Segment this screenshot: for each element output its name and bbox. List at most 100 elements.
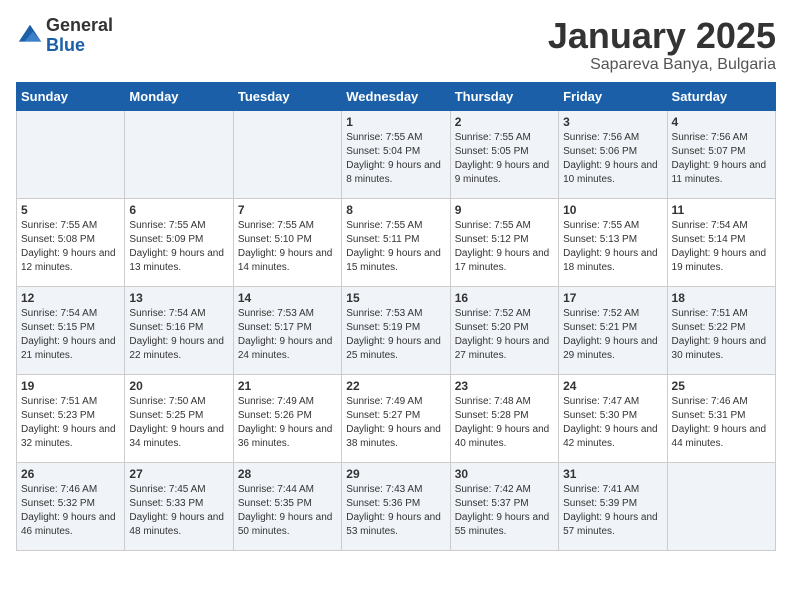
page-header: General Blue January 2025 Sapareva Banya… (16, 16, 776, 74)
calendar-cell: 21 Sunrise: 7:49 AM Sunset: 5:26 PM Dayli… (233, 374, 341, 462)
calendar-cell: 22 Sunrise: 7:49 AM Sunset: 5:27 PM Dayli… (342, 374, 450, 462)
cell-info: Sunrise: 7:46 AM Sunset: 5:31 PM Dayligh… (672, 395, 771, 451)
day-number: 9 (455, 203, 554, 217)
calendar-cell: 15 Sunrise: 7:53 AM Sunset: 5:19 PM Dayli… (342, 286, 450, 374)
day-number: 13 (129, 291, 228, 305)
day-number: 15 (346, 291, 445, 305)
calendar-cell: 20Sunrise: 7:50 AM Sunset: 5:25 PM Dayli… (125, 374, 233, 462)
day-number: 26 (21, 467, 120, 481)
cell-info: Sunrise: 7:55 AM Sunset: 5:09 PM Dayligh… (129, 219, 228, 275)
cell-info: Sunrise: 7:54 AM Sunset: 5:16 PM Dayligh… (129, 307, 228, 363)
cell-info: Sunrise: 7:56 AM Sunset: 5:07 PM Dayligh… (672, 131, 771, 187)
calendar-cell: 6Sunrise: 7:55 AM Sunset: 5:09 PM Daylig… (125, 198, 233, 286)
logo-text: General Blue (46, 16, 113, 56)
calendar-week-row: 26 Sunrise: 7:46 AM Sunset: 5:32 PM Dayli… (17, 462, 776, 550)
calendar-cell: 3 Sunrise: 7:56 AM Sunset: 5:06 PM Daylig… (559, 110, 667, 198)
day-number: 25 (672, 379, 771, 393)
day-number: 14 (238, 291, 337, 305)
cell-info: Sunrise: 7:46 AM Sunset: 5:32 PM Dayligh… (21, 483, 120, 539)
cell-info: Sunrise: 7:54 AM Sunset: 5:14 PM Dayligh… (672, 219, 771, 275)
calendar-table: SundayMondayTuesdayWednesdayThursdayFrid… (16, 82, 776, 551)
logo-icon (16, 22, 44, 50)
day-number: 22 (346, 379, 445, 393)
day-number: 11 (672, 203, 771, 217)
calendar-cell: 23 Sunrise: 7:48 AM Sunset: 5:28 PM Dayli… (450, 374, 558, 462)
calendar-cell: 25 Sunrise: 7:46 AM Sunset: 5:31 PM Dayli… (667, 374, 775, 462)
calendar-cell: 12 Sunrise: 7:54 AM Sunset: 5:15 PM Dayli… (17, 286, 125, 374)
calendar-cell: 9 Sunrise: 7:55 AM Sunset: 5:12 PM Daylig… (450, 198, 558, 286)
logo-blue: Blue (46, 36, 113, 56)
calendar-cell: 5 Sunrise: 7:55 AM Sunset: 5:08 PM Daylig… (17, 198, 125, 286)
day-header-wednesday: Wednesday (342, 82, 450, 110)
day-number: 4 (672, 115, 771, 129)
cell-info: Sunrise: 7:49 AM Sunset: 5:26 PM Dayligh… (238, 395, 337, 451)
day-number: 3 (563, 115, 662, 129)
calendar-cell: 30Sunrise: 7:42 AM Sunset: 5:37 PM Dayli… (450, 462, 558, 550)
day-header-saturday: Saturday (667, 82, 775, 110)
day-number: 24 (563, 379, 662, 393)
cell-info: Sunrise: 7:53 AM Sunset: 5:17 PM Dayligh… (238, 307, 337, 363)
calendar-cell: 31 Sunrise: 7:41 AM Sunset: 5:39 PM Dayli… (559, 462, 667, 550)
cell-info: Sunrise: 7:41 AM Sunset: 5:39 PM Dayligh… (563, 483, 662, 539)
calendar-week-row: 19 Sunrise: 7:51 AM Sunset: 5:23 PM Dayli… (17, 374, 776, 462)
logo-general: General (46, 16, 113, 36)
day-number: 16 (455, 291, 554, 305)
cell-info: Sunrise: 7:44 AM Sunset: 5:35 PM Dayligh… (238, 483, 337, 539)
day-number: 23 (455, 379, 554, 393)
cell-info: Sunrise: 7:53 AM Sunset: 5:19 PM Dayligh… (346, 307, 445, 363)
day-number: 19 (21, 379, 120, 393)
day-number: 8 (346, 203, 445, 217)
calendar-cell: 16 Sunrise: 7:52 AM Sunset: 5:20 PM Dayli… (450, 286, 558, 374)
calendar-cell: 26 Sunrise: 7:46 AM Sunset: 5:32 PM Dayli… (17, 462, 125, 550)
calendar-cell (667, 462, 775, 550)
calendar-cell: 14 Sunrise: 7:53 AM Sunset: 5:17 PM Dayli… (233, 286, 341, 374)
cell-info: Sunrise: 7:45 AM Sunset: 5:33 PM Dayligh… (129, 483, 228, 539)
cell-info: Sunrise: 7:52 AM Sunset: 5:21 PM Dayligh… (563, 307, 662, 363)
day-number: 10 (563, 203, 662, 217)
calendar-cell: 4 Sunrise: 7:56 AM Sunset: 5:07 PM Daylig… (667, 110, 775, 198)
calendar-cell: 7 Sunrise: 7:55 AM Sunset: 5:10 PM Daylig… (233, 198, 341, 286)
calendar-cell: 13 Sunrise: 7:54 AM Sunset: 5:16 PM Dayli… (125, 286, 233, 374)
calendar-header-row: SundayMondayTuesdayWednesdayThursdayFrid… (17, 82, 776, 110)
day-number: 2 (455, 115, 554, 129)
cell-info: Sunrise: 7:51 AM Sunset: 5:23 PM Dayligh… (21, 395, 120, 451)
calendar-cell (125, 110, 233, 198)
day-header-monday: Monday (125, 82, 233, 110)
cell-info: Sunrise: 7:55 AM Sunset: 5:08 PM Dayligh… (21, 219, 120, 275)
day-number: 12 (21, 291, 120, 305)
calendar-week-row: 5 Sunrise: 7:55 AM Sunset: 5:08 PM Daylig… (17, 198, 776, 286)
cell-info: Sunrise: 7:52 AM Sunset: 5:20 PM Dayligh… (455, 307, 554, 363)
calendar-body: 1Sunrise: 7:55 AM Sunset: 5:04 PM Daylig… (17, 110, 776, 550)
cell-info: Sunrise: 7:48 AM Sunset: 5:28 PM Dayligh… (455, 395, 554, 451)
calendar-cell: 1Sunrise: 7:55 AM Sunset: 5:04 PM Daylig… (342, 110, 450, 198)
cell-info: Sunrise: 7:49 AM Sunset: 5:27 PM Dayligh… (346, 395, 445, 451)
day-number: 28 (238, 467, 337, 481)
title-section: January 2025 Sapareva Banya, Bulgaria (548, 16, 776, 74)
cell-info: Sunrise: 7:47 AM Sunset: 5:30 PM Dayligh… (563, 395, 662, 451)
day-header-tuesday: Tuesday (233, 82, 341, 110)
calendar-cell: 18Sunrise: 7:51 AM Sunset: 5:22 PM Dayli… (667, 286, 775, 374)
day-number: 7 (238, 203, 337, 217)
cell-info: Sunrise: 7:56 AM Sunset: 5:06 PM Dayligh… (563, 131, 662, 187)
calendar-cell (233, 110, 341, 198)
day-header-sunday: Sunday (17, 82, 125, 110)
cell-info: Sunrise: 7:55 AM Sunset: 5:11 PM Dayligh… (346, 219, 445, 275)
cell-info: Sunrise: 7:51 AM Sunset: 5:22 PM Dayligh… (672, 307, 771, 363)
day-header-thursday: Thursday (450, 82, 558, 110)
cell-info: Sunrise: 7:50 AM Sunset: 5:25 PM Dayligh… (129, 395, 228, 451)
day-number: 31 (563, 467, 662, 481)
calendar-cell: 10 Sunrise: 7:55 AM Sunset: 5:13 PM Dayli… (559, 198, 667, 286)
logo: General Blue (16, 16, 113, 56)
calendar-cell: 27Sunrise: 7:45 AM Sunset: 5:33 PM Dayli… (125, 462, 233, 550)
day-number: 21 (238, 379, 337, 393)
month-title: January 2025 (548, 16, 776, 56)
cell-info: Sunrise: 7:55 AM Sunset: 5:10 PM Dayligh… (238, 219, 337, 275)
day-number: 1 (346, 115, 445, 129)
cell-info: Sunrise: 7:54 AM Sunset: 5:15 PM Dayligh… (21, 307, 120, 363)
calendar-week-row: 12 Sunrise: 7:54 AM Sunset: 5:15 PM Dayli… (17, 286, 776, 374)
cell-info: Sunrise: 7:42 AM Sunset: 5:37 PM Dayligh… (455, 483, 554, 539)
cell-info: Sunrise: 7:55 AM Sunset: 5:13 PM Dayligh… (563, 219, 662, 275)
day-number: 5 (21, 203, 120, 217)
calendar-cell: 24 Sunrise: 7:47 AM Sunset: 5:30 PM Dayli… (559, 374, 667, 462)
cell-info: Sunrise: 7:55 AM Sunset: 5:12 PM Dayligh… (455, 219, 554, 275)
